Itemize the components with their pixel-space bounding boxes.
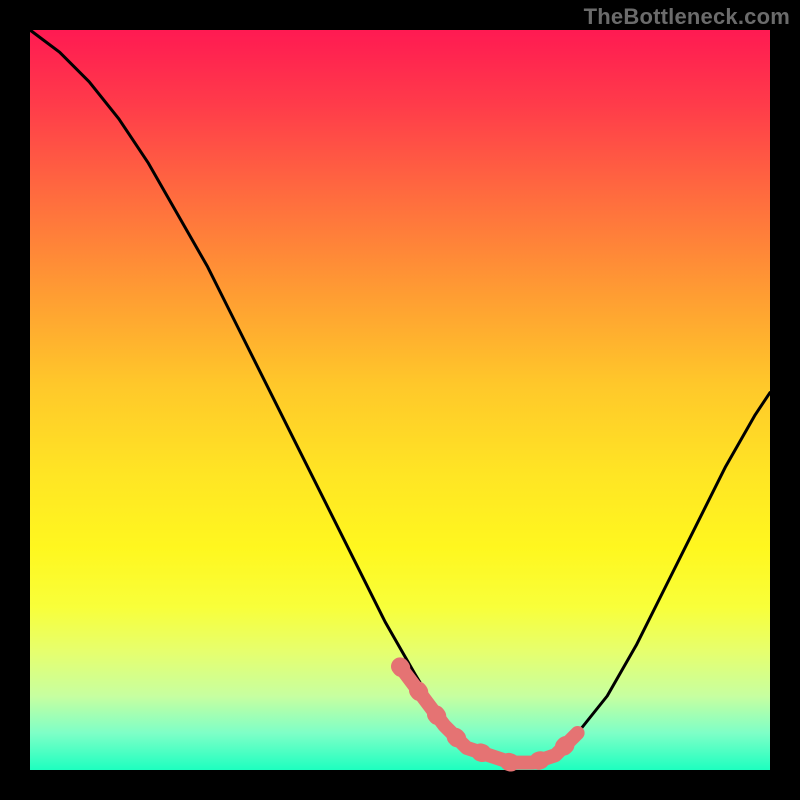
chart-frame: TheBottleneck.com (0, 0, 800, 800)
watermark-text: TheBottleneck.com (584, 4, 790, 30)
optimal-range-highlight-fill (400, 666, 578, 762)
bottleneck-curve (30, 30, 770, 763)
curve-layer (30, 30, 770, 770)
plot-area (30, 30, 770, 770)
